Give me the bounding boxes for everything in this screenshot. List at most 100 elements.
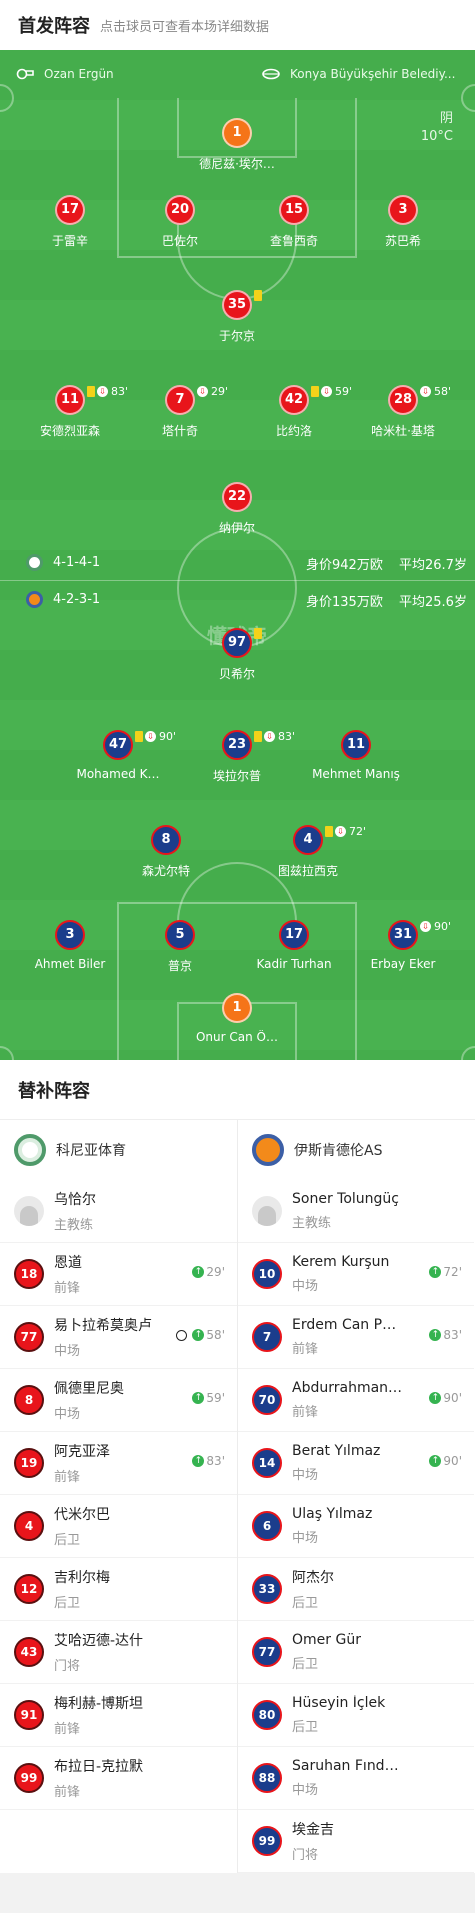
away-player[interactable]: 23 ⇩ 83' 埃拉尔普 — [177, 730, 297, 784]
away-sub-row[interactable]: 14 Berat Yılmaz 中场 ↑ 90' — [238, 1432, 474, 1495]
yellow-card-icon — [254, 731, 262, 742]
coach-name: Soner Tolungüç — [292, 1191, 399, 1207]
sub-in-icon: ↑ — [429, 1455, 442, 1467]
jersey-number: 15 — [279, 195, 309, 225]
player-name: Abdurrahman… — [292, 1380, 403, 1396]
away-sub-row[interactable]: 80 Hüseyin İçlek 后卫 — [238, 1684, 474, 1747]
home-team-logo-icon — [14, 1134, 46, 1166]
home-sub-row[interactable]: 8 佩德里尼奥 中场 ↑ 59' — [0, 1369, 237, 1432]
home-coach[interactable]: Ozan Ergün — [16, 67, 114, 81]
sub-in-minute: 90' — [443, 1391, 462, 1405]
home-sub-row[interactable]: 19 阿克亚泽 前锋 ↑ 83' — [0, 1432, 237, 1495]
player-name: 吉利尔梅 — [54, 1570, 110, 1586]
player-position: 中场 — [54, 1344, 81, 1359]
jersey-number: 19 — [14, 1448, 44, 1478]
away-player[interactable]: 31 ⇩ 90' Erbay Eker — [343, 920, 463, 971]
away-sub-row[interactable]: 10 Kerem Kurşun 中场 ↑ 72' — [238, 1243, 474, 1306]
home-player[interactable]: 35 于尔京 — [177, 290, 297, 344]
player-name: 比约洛 — [275, 424, 312, 438]
away-team-header[interactable]: 伊斯肯德伦AS — [238, 1120, 474, 1180]
player-position: 后卫 — [292, 1596, 319, 1611]
player-name: 图兹拉西克 — [277, 864, 338, 878]
away-sub-row[interactable]: 99 埃金吉 门将 — [238, 1810, 474, 1873]
away-coach-row[interactable]: Soner Tolungüç 主教练 — [238, 1180, 474, 1243]
jersey-number: 5 — [165, 920, 195, 950]
home-sub-row[interactable]: 43 艾哈迈德-达什 门将 — [0, 1621, 237, 1684]
home-player[interactable]: 22 纳伊尔 — [177, 482, 297, 536]
home-sub-row[interactable]: 4 代米尔巴 后卫 — [0, 1495, 237, 1558]
home-sub-row[interactable]: 18 恩道 前锋 ↑ 29' — [0, 1243, 237, 1306]
away-sub-row[interactable]: 70 Abdurrahman… 前锋 ↑ 90' — [238, 1369, 474, 1432]
player-name: 布拉日-克拉默 — [54, 1759, 144, 1775]
jersey-number: 77 — [252, 1637, 282, 1667]
jersey-number: 99 — [14, 1763, 44, 1793]
jersey-number: 11 — [341, 730, 371, 760]
jersey-number: 17 — [279, 920, 309, 950]
player-name: 安德烈亚森 — [39, 424, 100, 438]
home-team-header[interactable]: 科尼亚体育 — [0, 1120, 237, 1180]
player-events: ⇩ 29' — [197, 385, 228, 398]
player-name: 于雷辛 — [51, 234, 88, 248]
away-player[interactable]: 11 Mehmet Manış — [296, 730, 416, 781]
jersey-number: 17 — [55, 195, 85, 225]
home-sub-row[interactable]: 99 布拉日-克拉默 前锋 — [0, 1747, 237, 1810]
jersey-number: 28 — [388, 385, 418, 415]
home-player[interactable]: 15 查鲁西奇 — [234, 195, 354, 249]
jersey-number: 99 — [252, 1826, 282, 1856]
away-sub-row[interactable]: 33 阿杰尔 后卫 — [238, 1558, 474, 1621]
home-player[interactable]: 28 ⇩ 58' 哈米杜·基塔 — [343, 385, 463, 439]
home-sub-row[interactable]: 77 易卜拉希莫奥卢 中场 ↑ 58' — [0, 1306, 237, 1369]
home-player[interactable]: 1 德尼兹·埃尔… — [177, 118, 297, 172]
away-sub-row[interactable]: 6 Ulaş Yılmaz 中场 — [238, 1495, 474, 1558]
home-coach-row[interactable]: 乌恰尔 主教练 — [0, 1180, 237, 1243]
sub-in: ↑ 90' — [429, 1454, 462, 1468]
sub-in-icon: ↑ — [429, 1392, 442, 1404]
jersey-number: 3 — [55, 920, 85, 950]
home-player[interactable]: 11 ⇩ 83' 安德烈亚森 — [10, 385, 130, 439]
player-position: 前锋 — [54, 1722, 81, 1737]
player-name: 森尤尔特 — [141, 864, 190, 878]
home-player[interactable]: 20 巴佐尔 — [120, 195, 240, 249]
coach-role: 主教练 — [292, 1216, 332, 1231]
sub-in: ↑ 83' — [192, 1454, 225, 1468]
home-team-logo-icon — [26, 554, 43, 571]
home-player[interactable]: 17 于雷辛 — [10, 195, 130, 249]
sub-off-icon: ⇩ — [420, 386, 431, 397]
player-name: 艾哈迈德-达什 — [54, 1633, 144, 1649]
sub-off-minute: 90' — [434, 920, 452, 933]
sub-in: ↑ 83' — [429, 1328, 462, 1342]
away-player[interactable]: 5 普京 — [120, 920, 240, 974]
player-events: ⇩ 90' — [135, 730, 176, 743]
away-player[interactable]: 17 Kadir Turhan — [234, 920, 354, 971]
home-player[interactable]: 3 苏巴希 — [343, 195, 463, 249]
away-coach[interactable]: Konya Büyükşehir Belediy... — [262, 67, 455, 81]
away-sub-row[interactable]: 88 Saruhan Fınd… 中场 — [238, 1747, 474, 1810]
away-sub-row[interactable]: 77 Ömer Gür 后卫 — [238, 1621, 474, 1684]
stadium-icon — [262, 68, 280, 80]
away-player[interactable]: 3 Ahmet Biler — [10, 920, 130, 971]
jersey-number: 33 — [252, 1574, 282, 1604]
player-name: Erdem Can P… — [292, 1317, 397, 1333]
home-player[interactable]: 7 ⇩ 29' 塔什奇 — [120, 385, 240, 439]
home-subs: 科尼亚体育 乌恰尔 主教练 18 恩道 前锋 ↑ 29' 77 易卜拉希莫奥卢 中场 ↑ 58' 8… — [0, 1120, 237, 1873]
away-formation: 4-2-3-1 — [26, 591, 100, 608]
jersey-number: 8 — [14, 1385, 44, 1415]
home-player[interactable]: 42 ⇩ 59' 比约洛 — [234, 385, 354, 439]
player-name: 纳伊尔 — [218, 521, 255, 535]
away-team-name: 伊斯肯德伦AS — [294, 1143, 383, 1159]
away-player[interactable]: 47 ⇩ 90' Mohamed K… — [58, 730, 178, 781]
away-player[interactable]: 97 贝希尔 — [177, 628, 297, 682]
player-name: 梅利赫-博斯坦 — [54, 1696, 144, 1712]
sub-in-minute: 29' — [206, 1265, 225, 1279]
away-player[interactable]: 4 ⇩ 72' 图兹拉西克 — [248, 825, 368, 879]
home-sub-row[interactable]: 12 吉利尔梅 后卫 — [0, 1558, 237, 1621]
home-sub-row[interactable]: 91 梅利赫-博斯坦 前锋 — [0, 1684, 237, 1747]
sub-in-minute: 72' — [443, 1265, 462, 1279]
away-player[interactable]: 1 Onur Can Ö… — [177, 993, 297, 1044]
away-sub-row[interactable]: 7 Erdem Can P… 前锋 ↑ 83' — [238, 1306, 474, 1369]
yellow-card-icon — [311, 386, 319, 397]
away-player[interactable]: 8 森尤尔特 — [106, 825, 226, 879]
sub-in-icon: ↑ — [192, 1329, 205, 1341]
player-position: 中场 — [292, 1279, 319, 1294]
player-name: 哈米杜·基塔 — [371, 424, 435, 438]
